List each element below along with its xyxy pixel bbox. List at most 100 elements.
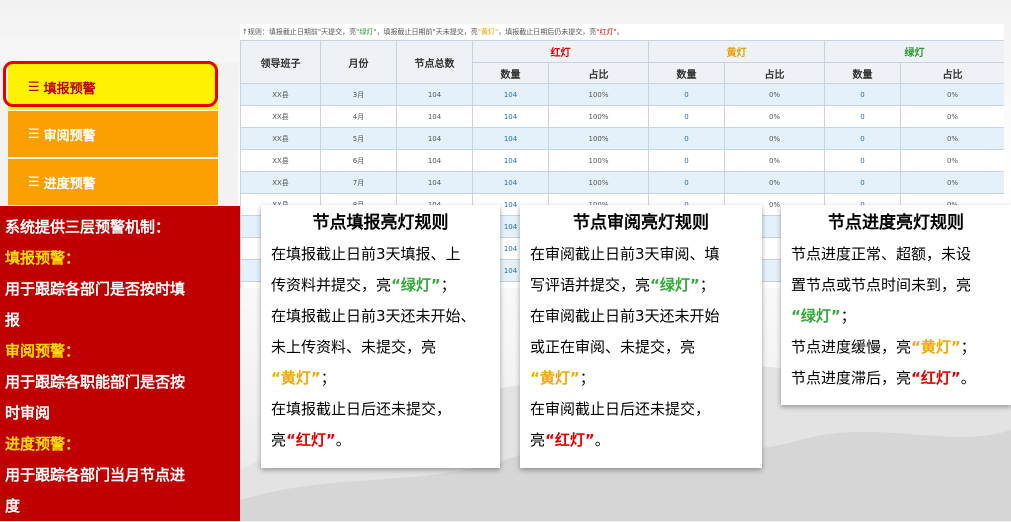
cell-month: 3月 [320, 83, 397, 106]
cell-red-qty[interactable]: 104 [472, 149, 549, 172]
cell-yellow-ratio: 0% [724, 171, 825, 194]
cell-red-qty[interactable]: 104 [472, 171, 549, 194]
card-title: 节点填报亮灯规则 [312, 213, 449, 233]
cell-month: 5月 [320, 127, 397, 150]
card-text: 节点进度滞后，亮 [791, 369, 912, 387]
cell-yellow-qty[interactable]: 0 [648, 149, 725, 172]
red-light-label: “红灯” [286, 431, 336, 449]
menu-item-label: 审阅预警 [43, 128, 96, 144]
desc-review-text: 用于跟踪各职能部门是否按 [5, 373, 186, 391]
header-green-light: 绿灯 [824, 40, 1004, 63]
yellow-light-label: “黄灯” [271, 369, 321, 387]
desc-progress-text-cont: 度 [5, 497, 21, 515]
rule-text-green: "绿灯" [356, 28, 377, 36]
cell-green-qty[interactable]: 0 [824, 149, 901, 172]
cell-green-qty[interactable]: 0 [824, 105, 901, 128]
menu-list-icon: ☰ [28, 174, 40, 190]
table-row: XX县 3月 104 104 100% 0 0% 0 0% [240, 83, 1004, 106]
cell-red-qty[interactable]: 104 [472, 105, 549, 128]
cell-yellow-ratio: 0% [724, 149, 825, 172]
card-text: ； [699, 276, 715, 294]
cell-team: XX县 [240, 83, 321, 106]
cell-yellow-qty[interactable]: 0 [648, 105, 725, 128]
cell-yellow-qty[interactable]: 0 [648, 83, 725, 106]
green-light-label: “绿灯” [650, 276, 700, 294]
cell-red-ratio: 100% [548, 149, 649, 172]
warning-mechanism-description: 系统提供三层预警机制： 填报预警： 用于跟踪各部门是否按时填 报 审阅预警： 用… [0, 206, 240, 521]
desc-review-text-cont: 时审阅 [5, 404, 51, 422]
card-line: 在填报截止日前3天填报、上 [271, 245, 461, 263]
cell-green-qty[interactable]: 0 [824, 83, 901, 106]
cell-red-qty[interactable]: 104 [472, 127, 549, 150]
table-row: XX县 6月 104 104 100% 0 0% 0 0% [240, 149, 1004, 172]
green-light-label: “绿灯” [391, 276, 441, 294]
card-text: ； [579, 369, 595, 387]
card-line: 在审阅截止日后还未提交， [530, 400, 711, 418]
table-row: XX县 4月 104 104 100% 0 0% 0 0% [240, 105, 1004, 128]
card-line: 节点进度缓慢，亮“黄灯”； [791, 332, 1001, 363]
card-line: 在填报截止日前3天还未开始、 [271, 307, 476, 325]
cell-yellow-qty[interactable]: 0 [648, 127, 725, 150]
card-line: 置节点或节点时间未到，亮 [791, 276, 972, 294]
card-title: 节点进度亮灯规则 [828, 213, 964, 233]
menu-item-review-warning[interactable]: ☰ 审阅预警 [8, 111, 218, 157]
cell-green-ratio: 0% [900, 105, 1004, 128]
table-row: XX县 5月 104 104 100% 0 0% 0 0% [240, 127, 1004, 150]
card-text: 。 [594, 431, 610, 449]
cell-yellow-qty[interactable]: 0 [648, 171, 725, 194]
header-total: 节点总数 [396, 40, 473, 84]
yellow-light-label: “黄灯” [530, 369, 580, 387]
desc-progress-text: 用于跟踪各部门当月节点进 [5, 466, 186, 484]
cell-green-ratio: 0% [900, 171, 1004, 194]
card-text: 。 [335, 431, 351, 449]
card-line: “黄灯”； [530, 363, 752, 394]
card-title: 节点审阅亮灯规则 [573, 213, 709, 233]
card-line: 亮“红灯”。 [271, 425, 490, 456]
menu-item-label: 进度预警 [43, 176, 96, 192]
card-text: ； [440, 276, 456, 294]
cell-total: 104 [396, 105, 473, 128]
active-menu-highlight [3, 61, 218, 107]
cell-red-ratio: 100% [548, 105, 649, 128]
cell-total: 104 [396, 171, 473, 194]
rule-text-prefix: ↑规则：填报截止日期前"天提交，亮 [242, 28, 357, 36]
cell-total: 104 [396, 83, 473, 106]
card-text: 写评语并提交，亮 [530, 276, 651, 294]
header-month: 月份 [320, 40, 397, 84]
header-team: 领导班子 [240, 40, 321, 84]
rule-text-end: 。 [616, 28, 624, 36]
rule-text-mid: ，填报截止日期前"天未提交，亮 [376, 28, 478, 36]
cell-team: XX县 [240, 171, 321, 194]
rule-text-yellow: "黄灯" [477, 28, 499, 36]
header-green-qty: 数量 [824, 62, 901, 84]
cell-red-ratio: 100% [548, 83, 649, 106]
card-text: 。 [960, 369, 976, 387]
card-text: 节点进度缓慢，亮 [791, 338, 912, 356]
cell-red-qty[interactable]: 104 [472, 83, 549, 106]
card-line: 在审阅截止日前3天审阅、填 [530, 245, 720, 263]
card-line: 未上传资料、未提交，亮 [271, 338, 437, 356]
desc-review-title: 审阅预警： [5, 342, 81, 360]
cell-red-ratio: 100% [548, 127, 649, 150]
cell-yellow-ratio: 0% [724, 105, 825, 128]
cell-green-qty[interactable]: 0 [824, 171, 901, 194]
card-text: 传资料并提交，亮 [271, 276, 392, 294]
rule-text-mid2: ，填报截止日期后仍未提交，亮 [498, 28, 597, 36]
cell-month: 4月 [320, 105, 397, 128]
card-line: 在填报截止日后还未提交， [271, 400, 452, 418]
cell-yellow-ratio: 0% [724, 127, 825, 150]
cell-green-qty[interactable]: 0 [824, 127, 901, 150]
card-line: 节点进度正常、超额，未设 [791, 245, 972, 263]
header-green-ratio: 占比 [900, 62, 1004, 84]
cell-team: XX县 [240, 105, 321, 128]
card-line: 在审阅截止日前3天还未开始 [530, 307, 720, 325]
cell-month: 7月 [320, 171, 397, 194]
cell-total: 104 [396, 127, 473, 150]
cell-green-ratio: 0% [900, 127, 1004, 150]
cell-yellow-ratio: 0% [724, 83, 825, 106]
cell-total: 104 [396, 149, 473, 172]
header-red-light: 红灯 [472, 40, 649, 63]
card-text: ； [840, 307, 856, 325]
progress-light-rule-card: 节点进度亮灯规则 节点进度正常、超额，未设 置节点或节点时间未到，亮 “绿灯”；… [781, 205, 1011, 405]
menu-item-progress-warning[interactable]: ☰ 进度预警 [8, 159, 218, 205]
